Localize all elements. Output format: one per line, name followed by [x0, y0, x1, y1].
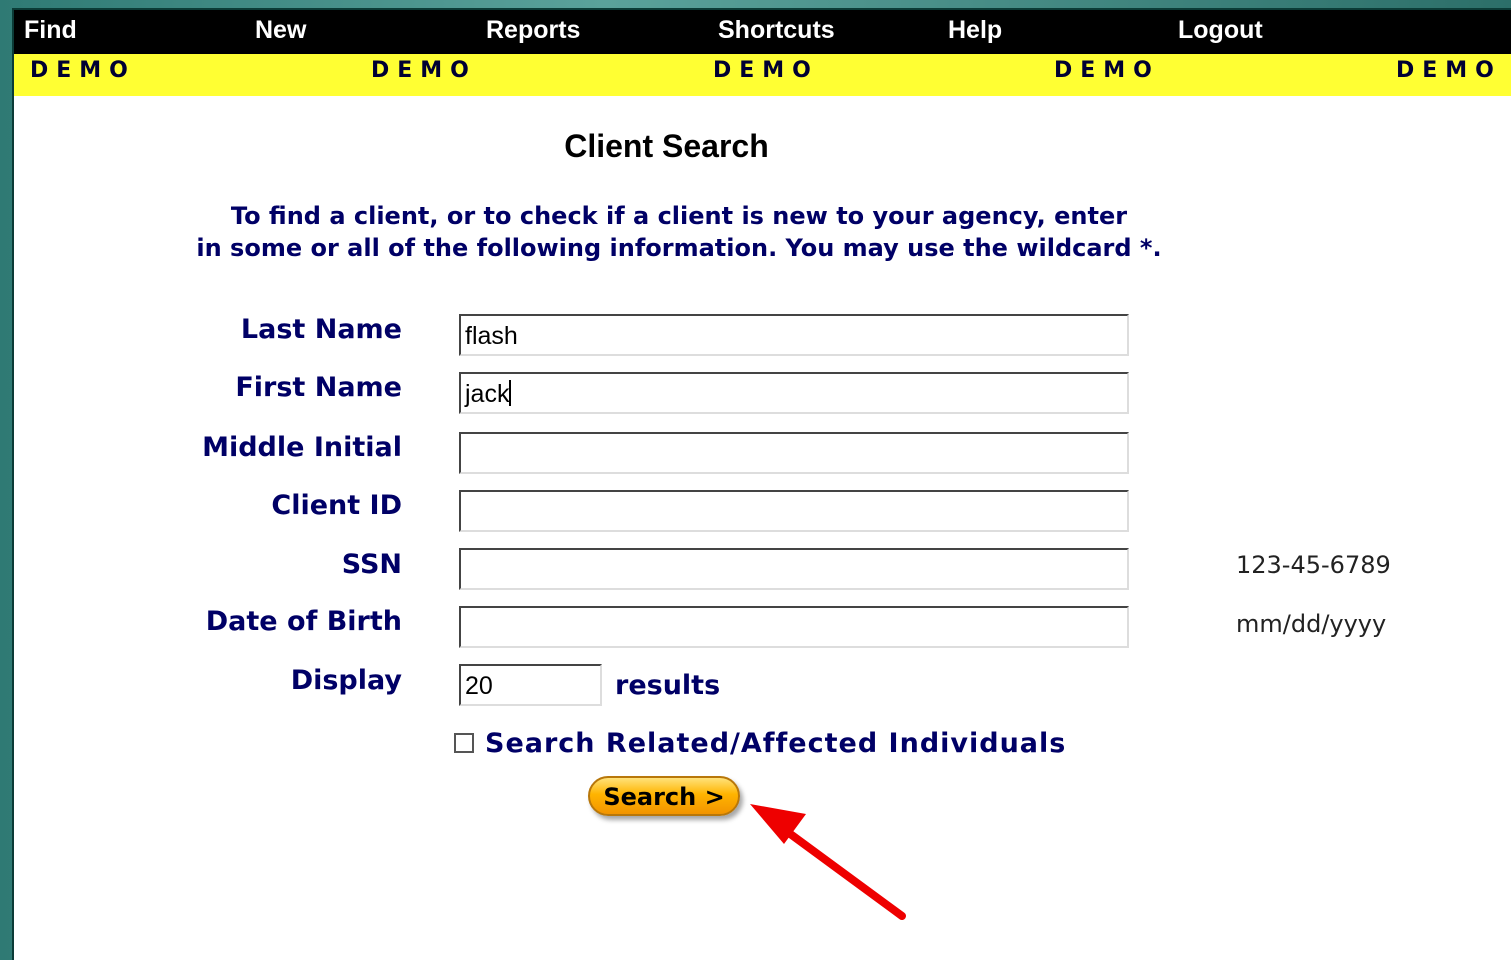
- date-format-hint: mm/dd/yyyy: [1236, 610, 1387, 638]
- page-title: Client Search: [564, 128, 769, 164]
- demo-banner: DEMO DEMO DEMO DEMO DEMO: [14, 54, 1511, 96]
- display-label: Display: [290, 665, 402, 696]
- last-name-value: flash: [465, 322, 518, 350]
- demo-label: DEMO: [371, 58, 477, 83]
- text-cursor: [509, 380, 512, 406]
- display-count-input[interactable]: 20: [459, 664, 602, 706]
- menu-logout[interactable]: Logout: [1178, 16, 1263, 45]
- related-individuals-checkbox[interactable]: [454, 733, 474, 753]
- instructions-line-2: in some or all of the following informat…: [196, 234, 1162, 262]
- first-name-label: First Name: [235, 372, 402, 403]
- demo-label: DEMO: [1054, 58, 1160, 83]
- menu-find[interactable]: Find: [24, 16, 77, 45]
- client-id-input[interactable]: [459, 490, 1129, 532]
- app-window: Find New Reports Shortcuts Help Logout D…: [12, 8, 1511, 960]
- related-individuals-label[interactable]: Search Related/Affected Individuals: [485, 728, 1066, 759]
- last-name-input[interactable]: flash: [459, 314, 1129, 356]
- ssn-input[interactable]: [459, 548, 1129, 590]
- client-id-label: Client ID: [271, 490, 402, 521]
- demo-label: DEMO: [30, 58, 136, 83]
- results-label: results: [615, 670, 721, 701]
- middle-initial-input[interactable]: [459, 432, 1129, 474]
- demo-label: DEMO: [1396, 58, 1502, 83]
- top-menu-bar: Find New Reports Shortcuts Help Logout: [14, 10, 1511, 54]
- instructions-line-1: To find a client, or to check if a clien…: [230, 202, 1128, 230]
- menu-help[interactable]: Help: [948, 16, 1002, 45]
- menu-reports[interactable]: Reports: [486, 16, 580, 45]
- first-name-input[interactable]: jack: [459, 372, 1129, 414]
- demo-label: DEMO: [713, 58, 819, 83]
- first-name-value: jack: [465, 380, 510, 408]
- red-arrow-icon: [750, 804, 906, 920]
- ssn-format-hint: 123-45-6789: [1236, 551, 1391, 579]
- middle-initial-label: Middle Initial: [202, 432, 402, 463]
- date-of-birth-input[interactable]: [459, 606, 1129, 648]
- menu-shortcuts[interactable]: Shortcuts: [718, 16, 835, 45]
- ssn-label: SSN: [341, 549, 402, 580]
- last-name-label: Last Name: [240, 314, 402, 345]
- menu-new[interactable]: New: [255, 16, 306, 45]
- display-count-value: 20: [465, 672, 493, 700]
- date-of-birth-label: Date of Birth: [205, 606, 402, 637]
- search-instructions: To find a client, or to check if a clien…: [114, 200, 1244, 264]
